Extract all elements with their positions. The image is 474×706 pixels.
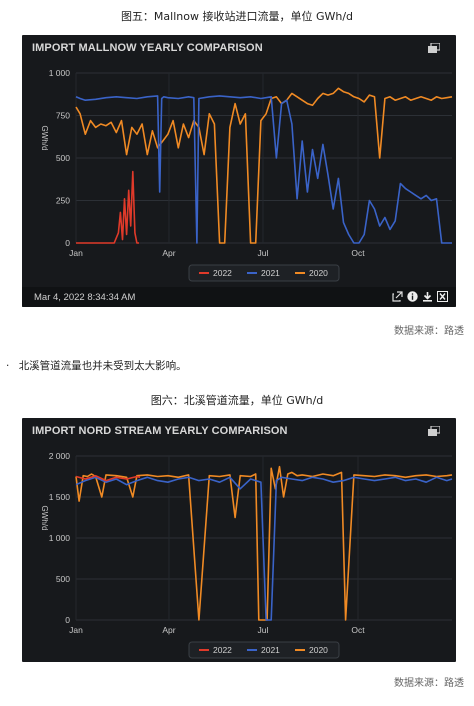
legend-label: 2021 [261, 645, 280, 655]
info-icon[interactable] [407, 291, 418, 302]
x-tick-label: Jan [69, 248, 83, 258]
figure6-caption: 图六：北溪管道流量，单位 GWh/d [150, 394, 324, 407]
source-label-2: 数据来源：路透 [394, 678, 464, 689]
legend-label: 2020 [309, 268, 328, 278]
bullet-mark: · [6, 360, 10, 372]
x-tick-label: Apr [162, 625, 175, 635]
chart1-timestamp: Mar 4, 2022 8:34:34 AM [34, 292, 136, 303]
y-axis-label: GWh/d [40, 506, 49, 531]
nordstream-line-chart: 0 500 1 000 1 500 2 000 Jan Apr Jul Oct GWh/d 2022… [40, 451, 453, 659]
series-line-2022 [76, 170, 139, 244]
bullet-paragraph: · 北溪管道流量也并未受到太大影响。 [6, 358, 187, 373]
chart1-footer-icons [392, 291, 448, 302]
series-line-2021 [75, 95, 452, 244]
y-tick-label: 2 000 [49, 451, 71, 461]
x-tick-label: Jan [69, 625, 83, 635]
figure5-caption: 图五：Mallnow 接收站进口流量，单位 GWh/d [120, 10, 354, 23]
y-tick-label: 1 000 [49, 533, 71, 543]
y-tick-label: 0 [65, 238, 70, 248]
mallnow-chart-panel: IMPORT MALLNOW YEARLY COMPARISON 0 250 500… [22, 35, 456, 307]
y-tick-label: 0 [65, 615, 70, 625]
mallnow-line-chart: 0 250 500 750 1 000 Jan Apr Jul Oct GWh/d 2022 2021… [40, 68, 453, 282]
y-tick-label: 1 500 [49, 492, 71, 502]
legend-label: 2020 [309, 645, 328, 655]
legend-label: 2021 [261, 268, 280, 278]
y-tick-label: 500 [56, 574, 70, 584]
series-line-2021 [75, 476, 453, 621]
external-link-icon[interactable] [392, 291, 403, 302]
y-tick-label: 500 [56, 153, 70, 163]
bullet-text: 北溪管道流量也并未受到太大影响。 [18, 360, 187, 372]
source-label-1: 数据来源：路透 [394, 326, 464, 337]
x-tick-label: Jul [258, 248, 269, 258]
x-tick-label: Jul [258, 625, 269, 635]
legend-label: 2022 [213, 268, 232, 278]
x-tick-label: Oct [351, 625, 365, 635]
y-tick-label: 1 000 [49, 68, 71, 78]
legend-label: 2022 [213, 645, 232, 655]
y-axis-label: GWh/d [40, 126, 49, 151]
x-tick-label: Apr [162, 248, 175, 258]
x-tick-label: Oct [351, 248, 365, 258]
y-tick-label: 250 [56, 196, 70, 206]
excel-export-icon[interactable] [437, 291, 448, 302]
y-tick-label: 750 [56, 111, 70, 121]
download-icon[interactable] [422, 291, 433, 302]
nordstream-chart-panel: IMPORT NORD STREAM YEARLY COMPARISON 0 50… [22, 418, 456, 662]
